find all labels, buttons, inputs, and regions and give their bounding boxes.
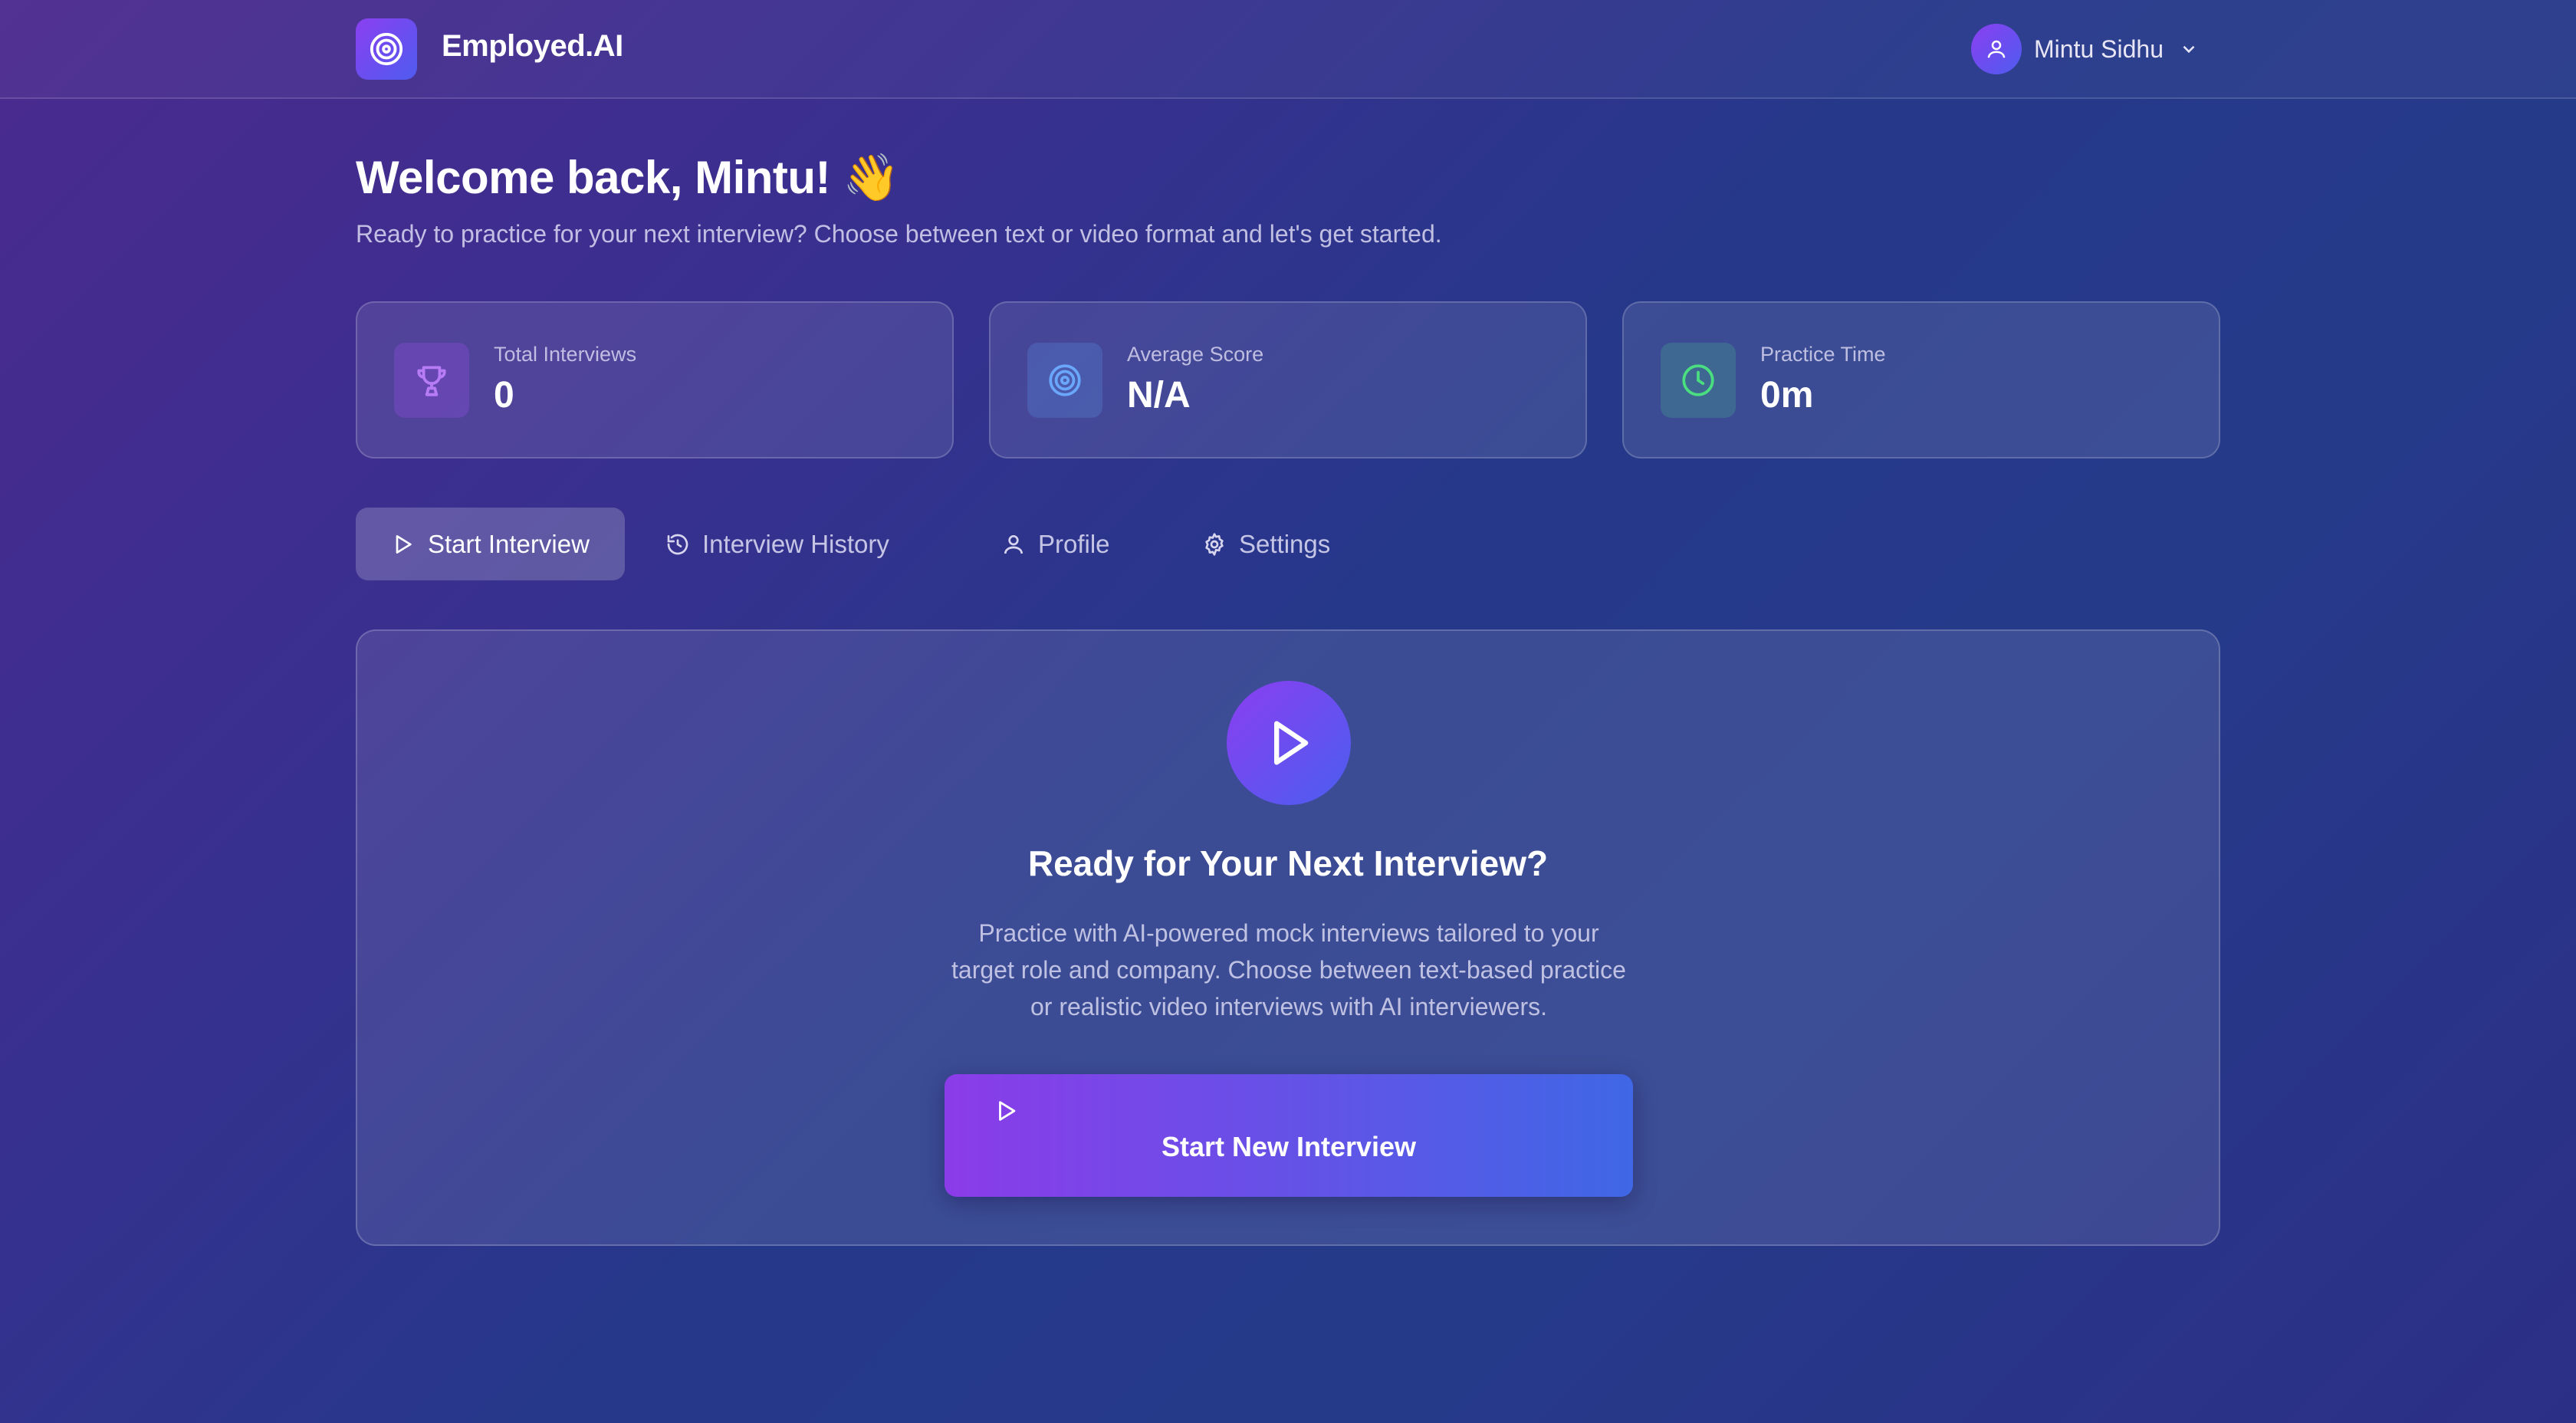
page-title: Welcome back, Mintu! 👋 [356, 152, 900, 203]
brand-logo[interactable] [356, 18, 417, 80]
panel-title: Ready for Your Next Interview? [1027, 843, 1549, 883]
tab-label: Profile [1038, 529, 1110, 558]
play-icon [391, 532, 416, 557]
play-icon [1227, 681, 1351, 805]
user-name[interactable]: Mintu Sidhu [2034, 35, 2164, 64]
tab-settings[interactable]: Settings [1185, 508, 1339, 580]
start-interview-panel: Ready for Your Next Interview? Practice … [356, 629, 2220, 1246]
user-menu[interactable]: Mintu Sidhu [1971, 24, 2199, 74]
stat-value: N/A [1127, 375, 1191, 416]
trophy-icon [394, 343, 469, 418]
stat-value: 0m [1760, 375, 1814, 416]
start-new-interview-button[interactable]: Start New Interview [945, 1074, 1633, 1197]
target-icon [370, 32, 403, 66]
avatar[interactable] [1971, 24, 2022, 74]
panel-description: Practice with AI-powered mock interviews… [951, 919, 1626, 1020]
stat-value: 0 [494, 375, 514, 416]
tab-profile[interactable]: Profile [984, 508, 1119, 580]
stat-label: Practice Time [1760, 343, 1886, 366]
user-icon [1987, 40, 2006, 58]
stat-card-average-score: Average Score N/A [989, 301, 1587, 458]
tab-label: Interview History [702, 529, 889, 558]
play-icon [994, 1098, 1020, 1124]
button-label: Start New Interview [1161, 1131, 1417, 1162]
stat-card-practice-time: Practice Time 0m [1622, 301, 2220, 458]
tab-interview-history[interactable]: Interview History [649, 508, 899, 580]
chevron-down-icon[interactable] [2179, 39, 2199, 59]
history-icon [665, 532, 690, 557]
stat-label: Average Score [1127, 343, 1264, 366]
top-navigation-bar: Employed.AI Mintu Sidhu [0, 0, 2576, 99]
target-icon [1027, 343, 1102, 418]
clock-icon [1661, 343, 1736, 418]
tab-label: Start Interview [428, 529, 590, 558]
tab-start-interview[interactable]: Start Interview [356, 508, 625, 580]
tab-label: Settings [1239, 529, 1331, 558]
stat-label: Total Interviews [494, 343, 637, 366]
page-subtitle: Ready to practice for your next intervie… [356, 220, 1442, 248]
user-icon [1001, 532, 1026, 557]
gear-icon [1202, 532, 1227, 557]
stat-card-total-interviews: Total Interviews 0 [356, 301, 954, 458]
brand-name[interactable]: Employed.AI [442, 29, 623, 64]
